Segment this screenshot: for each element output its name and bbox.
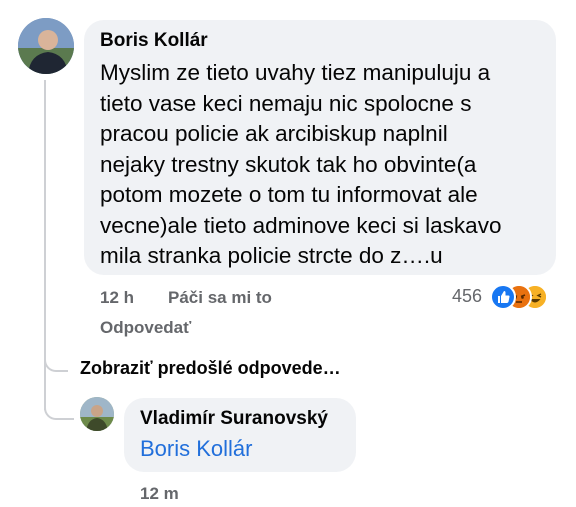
like-button[interactable]: Páči sa mi to: [168, 288, 272, 308]
profile-photo: [18, 18, 74, 74]
comment-author[interactable]: Boris Kollár: [100, 30, 208, 52]
thread-connector: [44, 352, 68, 372]
reply-mention-link[interactable]: Boris Kollár: [140, 436, 252, 462]
reactions-summary[interactable]: [490, 284, 560, 310]
comment-timestamp[interactable]: 12 h: [100, 288, 134, 308]
reply-author[interactable]: Vladimír Suranovský: [140, 408, 328, 430]
comment-text: Myslim ze tieto uvahy tiez manipuluju a …: [100, 60, 502, 268]
reaction-count[interactable]: 456: [452, 286, 482, 307]
thread-connector-reply: [44, 392, 74, 420]
like-icon: [490, 284, 516, 310]
reply-timestamp[interactable]: 12 m: [140, 484, 179, 504]
avatar[interactable]: [18, 18, 74, 74]
reply-button[interactable]: Odpovedať: [100, 318, 191, 338]
profile-photo: [80, 397, 114, 431]
show-previous-replies-link[interactable]: Zobraziť predošlé odpovede…: [80, 358, 341, 379]
reply-avatar[interactable]: [80, 397, 114, 431]
